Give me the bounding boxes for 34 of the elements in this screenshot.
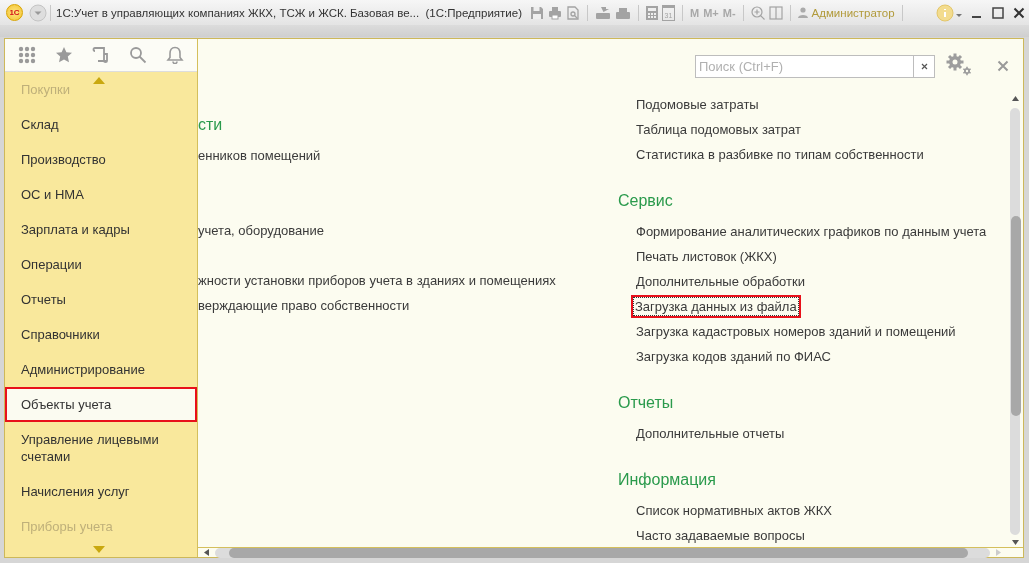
menu-link[interactable]: верждающие право собственности: [198, 293, 410, 318]
section-heading: Сервис: [618, 191, 673, 211]
sidebar-item[interactable]: Объекты учета: [5, 387, 197, 422]
menu-link[interactable]: Статистика в разбивке по типам собственности: [636, 142, 924, 167]
sidebar-item[interactable]: Управление лицевыми счетами: [5, 422, 197, 474]
menu-link[interactable]: Печать листовок (ЖКХ): [636, 244, 777, 269]
menu-link[interactable]: енников помещений: [198, 143, 321, 168]
menu-link[interactable]: учета, оборудование: [198, 218, 324, 243]
sidebar-item[interactable]: Операции: [5, 247, 197, 282]
menu-link[interactable]: Загрузка кодов зданий по ФИАС: [636, 344, 831, 369]
sidebar-item[interactable]: Зарплата и кадры: [5, 212, 197, 247]
sidebar-item[interactable]: Справочники: [5, 317, 197, 352]
window-title: 1С:Учет в управляющих компаниях ЖКХ, ТСЖ и ЖСК. Базовая ве... (1С:Предприятие): [56, 6, 522, 19]
section-heading: сти: [198, 115, 223, 135]
sidebar-item[interactable]: ОС и НМА: [5, 177, 197, 212]
menu-link[interactable]: Подомовые затраты: [636, 92, 759, 117]
menu-link[interactable]: Загрузка данных из файла: [631, 295, 801, 318]
sidebar-item[interactable]: Производство: [5, 142, 197, 177]
menu-link[interactable]: Дополнительные обработки: [636, 269, 805, 294]
menu-link[interactable]: Формирование аналитических графиков по данным учета: [636, 219, 987, 244]
search-field[interactable]: Поиск (Ctrl+F): [695, 55, 913, 78]
menu-link[interactable]: Список нормативных актов ЖКХ: [636, 498, 832, 523]
section-heading: Информация: [618, 470, 716, 490]
sidebar-item[interactable]: Склад: [5, 107, 197, 142]
section-heading: Отчеты: [618, 393, 674, 413]
sidebar-item[interactable]: Начисления услуг: [5, 474, 197, 509]
sidebar-item[interactable]: Администрирование: [5, 352, 197, 387]
menu-link[interactable]: жности установки приборов учета в зданиях и помещениях: [198, 268, 556, 293]
menu-link[interactable]: Часто задаваемые вопросы: [636, 523, 805, 547]
menu-link[interactable]: Загрузка кадастровых номеров зданий и помещений: [636, 319, 956, 344]
menu-link[interactable]: Таблица подомовых затрат: [636, 117, 801, 142]
menu-link[interactable]: Дополнительные отчеты: [636, 421, 785, 446]
sidebar-item[interactable]: Отчеты: [5, 282, 197, 317]
app-logo[interactable]: 1С: [6, 4, 23, 21]
